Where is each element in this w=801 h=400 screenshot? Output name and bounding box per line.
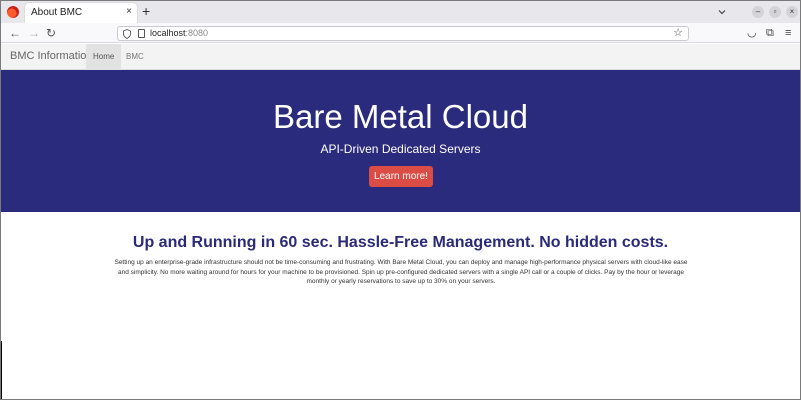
reload-icon[interactable]: ↻	[46, 26, 56, 40]
window-edge-divider	[1, 341, 2, 399]
navigation-bar: ← → ↻ localhost:8080 ☆ ◡ ⧉ ≡	[1, 23, 800, 43]
address-bar[interactable]: localhost:8080 ☆	[117, 26, 689, 41]
learn-more-button[interactable]: Learn more!	[369, 166, 433, 187]
url-host: localhost	[150, 28, 186, 38]
menu-icon[interactable]: ≡	[785, 27, 791, 39]
forward-icon[interactable]: →	[28, 26, 40, 40]
browser-window: About BMC × + – ▫ × ← → ↻ localhost:8080…	[0, 0, 801, 400]
back-icon[interactable]: ←	[9, 26, 21, 40]
extensions-icon[interactable]: ⧉	[766, 27, 774, 39]
pocket-icon[interactable]: ◡	[747, 27, 757, 39]
page-icon	[138, 29, 145, 38]
new-tab-button[interactable]: +	[142, 3, 150, 19]
firefox-icon	[7, 6, 19, 18]
tab-about-bmc[interactable]: About BMC ×	[25, 3, 137, 23]
tab-title: About BMC	[31, 7, 83, 18]
section-paragraph: Setting up an enterprise-grade infrastru…	[114, 259, 688, 285]
close-tab-icon[interactable]: ×	[126, 6, 132, 18]
url-port: :8080	[185, 28, 209, 38]
chevron-down-icon[interactable]	[717, 7, 727, 17]
close-icon[interactable]: ×	[786, 6, 798, 18]
navbar-brand[interactable]: BMC Information	[10, 50, 93, 62]
section-headline: Up and Running in 60 sec. Hassle-Free Ma…	[132, 234, 669, 251]
hero-title: Bare Metal Cloud	[273, 98, 528, 135]
shield-icon[interactable]	[123, 29, 131, 39]
nav-link-bmc[interactable]: BMC	[119, 44, 151, 70]
site-navbar: BMC Information Home BMC	[1, 44, 800, 70]
hero-banner: Bare Metal Cloud API-Driven Dedicated Se…	[1, 70, 800, 212]
url-text[interactable]: localhost:8080	[150, 28, 208, 38]
hero-subtitle: API-Driven Dedicated Servers	[320, 142, 481, 156]
restore-icon[interactable]: ▫	[769, 6, 781, 18]
tab-strip: About BMC × + – ▫ ×	[1, 1, 800, 23]
nav-link-home[interactable]: Home	[86, 44, 122, 70]
minimize-icon[interactable]: –	[752, 6, 764, 18]
star-icon[interactable]: ☆	[673, 27, 683, 40]
